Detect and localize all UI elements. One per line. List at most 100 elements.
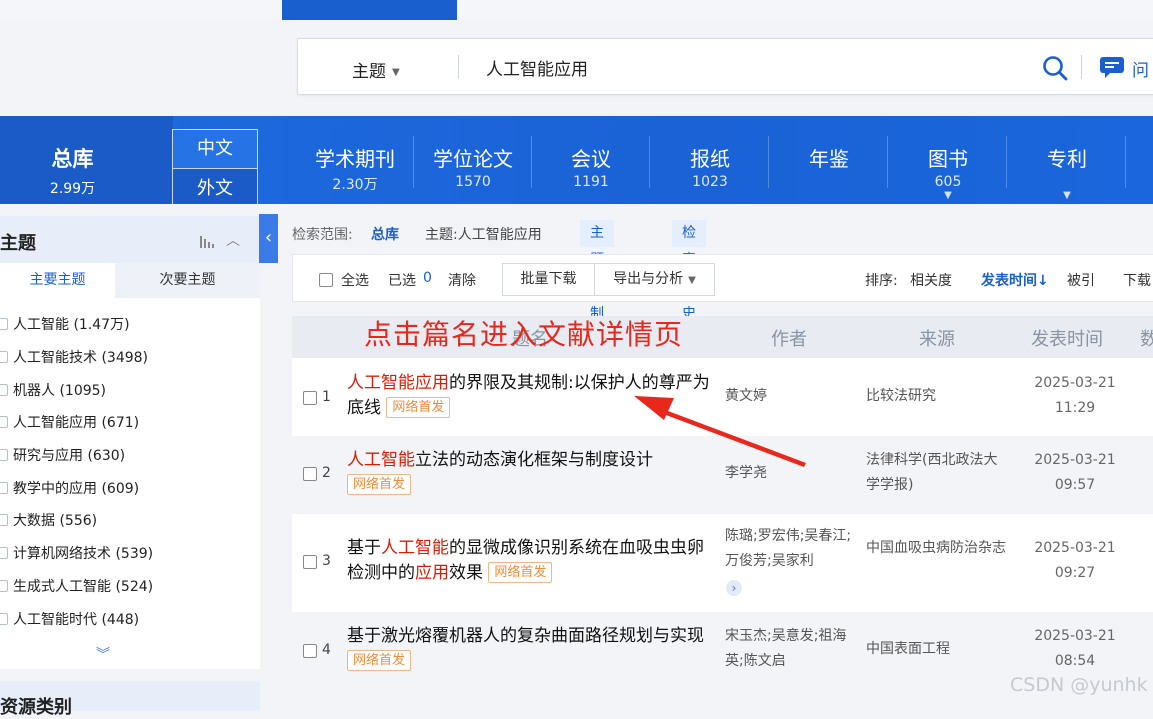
row-checkbox[interactable] — [303, 391, 317, 405]
time-value: 11:29 — [1054, 400, 1096, 416]
chevron-up-icon[interactable]: ︿ — [226, 230, 240, 250]
select-all-label[interactable]: 全选 — [341, 270, 369, 290]
chat-bubble-icon[interactable] — [1099, 55, 1125, 79]
checkbox[interactable] — [0, 579, 8, 592]
search-field-select[interactable]: 主题 ▼ — [352, 57, 400, 82]
sort-downloads[interactable]: 下载 — [1123, 270, 1151, 290]
facet-item-label: 大数据 (556) — [13, 513, 98, 530]
scope-value: 总库 — [371, 227, 399, 243]
facet-item[interactable]: 人工智能应用 (671) — [0, 406, 260, 439]
source-link[interactable]: 中国表面工程 — [866, 637, 1011, 662]
tab-patents[interactable]: 专利 ▼ — [1008, 116, 1126, 204]
divider — [1125, 136, 1126, 188]
title-highlight: 应用 — [415, 563, 449, 583]
author-link[interactable]: 宋玉杰;吴意发;祖海英;陈文启 — [725, 624, 857, 674]
database-nav: 总库 2.99万 中文 外文 学术期刊 2.30万 学位论文 1570 会议 1… — [0, 116, 1153, 204]
clear-button[interactable]: 清除 — [448, 270, 476, 290]
date-value: 2025-03-21 — [1034, 628, 1116, 644]
checkbox[interactable] — [0, 351, 8, 364]
expand-more-icon[interactable]: ︾ — [96, 644, 110, 664]
paper-title-link[interactable]: 基于人工智能的显微成像识别系统在血吸虫虫卵检测中的应用效果 网络首发 — [347, 536, 717, 586]
facet-item[interactable]: 机器人 (1095) — [0, 373, 260, 406]
select-all-checkbox[interactable] — [319, 273, 333, 287]
row-checkbox[interactable] — [303, 555, 317, 569]
checkbox[interactable] — [0, 383, 8, 396]
export-analysis-button[interactable]: 导出与分析 ▼ — [594, 263, 715, 296]
checkbox[interactable] — [0, 514, 8, 527]
facet-item[interactable]: 人工智能时代 (448) — [0, 602, 260, 635]
foreign-tab[interactable]: 外文 — [172, 168, 258, 204]
chinese-tab[interactable]: 中文 — [172, 129, 258, 169]
title-highlight: 人工智能 — [381, 538, 449, 558]
facet-item[interactable]: 生成式人工智能 (524) — [0, 570, 260, 603]
row-checkbox[interactable] — [303, 467, 317, 481]
checkbox[interactable] — [0, 449, 8, 462]
sort-date[interactable]: 发表时间↓ — [981, 270, 1049, 290]
topic-facet-panel: 主题 ︿ 主要主题 次要主题 人工智能 (1.47万) 人工智能技术 (3498… — [0, 216, 260, 669]
title-text: 立法的动态演化框架与制度设计 — [415, 450, 653, 470]
tab-newspapers[interactable]: 报纸 1023 — [651, 116, 769, 204]
author-link[interactable]: 陈璐;罗宏伟;吴春江;万俊芳;吴家利 — [725, 524, 857, 574]
tab-label: 报纸 — [690, 147, 730, 171]
title-text: 效果 — [449, 563, 483, 583]
tab-yearbooks[interactable]: 年鉴 — [770, 116, 888, 204]
paper-title-link[interactable]: 人工智能应用的界限及其规制:以保护人的尊严为底线 网络首发 — [347, 371, 717, 421]
tab-main-topics[interactable]: 主要主题 — [0, 263, 115, 298]
bar-chart-icon[interactable] — [200, 234, 216, 248]
checkbox[interactable] — [0, 416, 8, 429]
time-value: 09:27 — [1054, 565, 1096, 581]
tab-theses[interactable]: 学位论文 1570 — [414, 116, 532, 204]
source-link[interactable]: 比较法研究 — [866, 384, 1011, 409]
publish-date: 2025-03-21 11:29 — [1025, 371, 1125, 421]
checkbox[interactable] — [0, 547, 8, 560]
search-history-button[interactable]: 检索历史 — [672, 220, 706, 322]
facet-item[interactable]: 人工智能技术 (3498) — [0, 341, 260, 374]
watermark: CSDN @yunhk — [1010, 674, 1148, 696]
publish-date: 2025-03-21 09:57 — [1025, 448, 1125, 498]
tab-books[interactable]: 图书 605 ▼ — [889, 116, 1007, 204]
facet-item[interactable]: 教学中的应用 (609) — [0, 471, 260, 504]
sort-relevance[interactable]: 相关度 — [910, 270, 952, 290]
ask-label[interactable]: 问 — [1132, 56, 1149, 81]
tab-journals[interactable]: 学术期刊 2.30万 — [296, 116, 414, 204]
online-first-badge: 网络首发 — [347, 650, 412, 671]
facet-item[interactable]: 大数据 (556) — [0, 504, 260, 537]
author-link[interactable]: 李学尧 — [725, 461, 857, 486]
facet-item-label: 教学中的应用 (609) — [13, 480, 140, 497]
search-icon[interactable] — [1042, 55, 1068, 81]
source-link[interactable]: 法律科学(西北政法大学学报) — [866, 448, 1011, 498]
facet-item[interactable]: 研究与应用 (630) — [0, 439, 260, 472]
resource-type-facet-header[interactable]: 资源类别 — [0, 681, 260, 718]
source-link[interactable]: 中国血吸虫病防治杂志 — [866, 536, 1011, 561]
tab-conferences[interactable]: 会议 1191 — [532, 116, 650, 204]
title-text: 基于 — [347, 538, 381, 558]
topic-customize-button[interactable]: 主题定制 — [580, 220, 614, 322]
facet-item[interactable]: 人工智能 (1.47万) — [0, 308, 260, 341]
tab-secondary-topics[interactable]: 次要主题 — [115, 263, 260, 298]
author-link[interactable]: 黄文婷 — [725, 384, 857, 409]
caret-down-icon: ▼ — [392, 67, 400, 78]
facet-item[interactable]: 计算机网络技术 (539) — [0, 537, 260, 570]
row-number: 3 — [322, 553, 331, 569]
header-source: 来源 — [919, 329, 955, 350]
collapse-sidebar-button[interactable]: ‹ — [259, 214, 278, 263]
checkbox[interactable] — [0, 612, 8, 625]
table-row: 2 人工智能立法的动态演化框架与制度设计 网络首发 李学尧 法律科学(西北政法大… — [292, 436, 1153, 514]
paper-title-link[interactable]: 人工智能立法的动态演化框架与制度设计 网络首发 — [347, 448, 717, 498]
chevron-right-icon[interactable]: › — [726, 580, 742, 596]
title-text: 基于激光熔覆机器人的复杂曲面路径规划与实现 — [347, 626, 704, 646]
row-checkbox[interactable] — [303, 644, 317, 658]
total-library-tab[interactable]: 总库 2.99万 — [0, 116, 173, 204]
paper-title-link[interactable]: 基于激光熔覆机器人的复杂曲面路径规划与实现 网络首发 — [347, 624, 717, 674]
active-top-tab[interactable] — [282, 0, 457, 20]
divider — [458, 55, 459, 79]
annotation-text: 点击篇名进入文献详情页 — [364, 318, 684, 351]
divider — [649, 136, 650, 188]
facet-item-label: 研究与应用 (630) — [13, 448, 126, 465]
sort-cited[interactable]: 被引 — [1067, 270, 1095, 290]
batch-download-button[interactable]: 批量下载 — [502, 263, 595, 296]
arrow-down-icon: ↓ — [1037, 273, 1049, 289]
search-input[interactable] — [484, 53, 984, 81]
checkbox[interactable] — [0, 481, 8, 494]
checkbox[interactable] — [0, 318, 8, 331]
